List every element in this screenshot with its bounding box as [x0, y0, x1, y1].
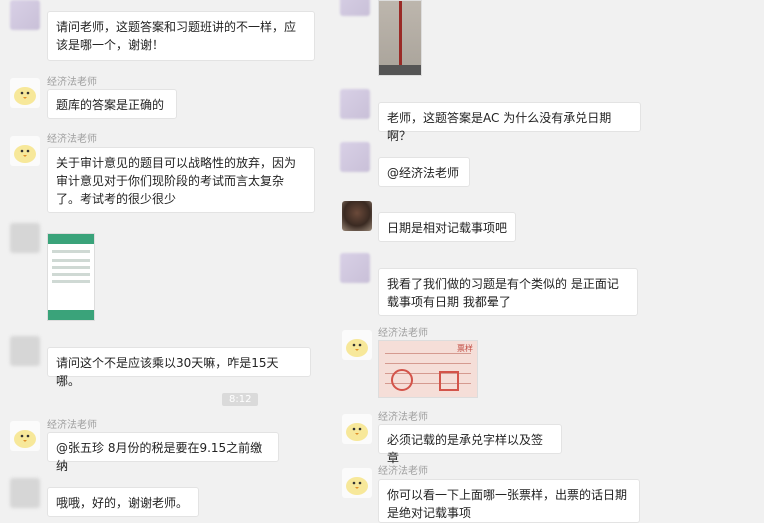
timestamp: 8:12 [222, 393, 259, 406]
chat-column-right: 老师，这题答案是AC 为什么没有承兑日期啊？ @经济法老师 日期是相对记载事项吧… [330, 0, 764, 523]
message-bubble[interactable]: 关于审计意见的题目可以战略性的放弃，因为审计意见对于你们现阶段的考试而言太复杂了… [47, 147, 315, 213]
teacher-avatar[interactable] [10, 421, 40, 451]
message-bubble[interactable]: 请问这个不是应该乘以30天嘛，咋是15天哪。 [47, 347, 311, 388]
chick-icon [346, 339, 368, 357]
message-bubble[interactable]: @张五珍 8月份的税是要在9.15之前缴纳 [47, 432, 279, 473]
message-bubble[interactable]: 请问老师，这题答案和习题班讲的不一样，应该是哪一个，谢谢！ [47, 11, 315, 61]
sender-name: 经济法老师 [47, 134, 97, 145]
message-text: 题库的答案是正确的 [56, 98, 165, 112]
user-avatar[interactable] [10, 478, 40, 508]
message-bubble[interactable]: 我看了我们做的习题是有个类似的 是正面记载事项有日期 我都晕了 [378, 268, 638, 316]
user-avatar[interactable] [342, 201, 372, 231]
chick-icon [346, 477, 368, 495]
teacher-avatar[interactable] [342, 468, 372, 498]
message-text: 请问老师，这题答案和习题班讲的不一样，应该是哪一个，谢谢！ [56, 20, 297, 52]
message-bubble[interactable]: 日期是相对记载事项吧 [378, 212, 516, 242]
sender-name: 经济法老师 [47, 420, 97, 431]
teacher-avatar[interactable] [342, 330, 372, 360]
message-text: 哦哦，好的，谢谢老师。 [56, 496, 189, 510]
message-bubble[interactable]: 哦哦，好的，谢谢老师。 [47, 487, 199, 517]
message-bubble[interactable]: 题库的答案是正确的 [47, 89, 177, 119]
image-thumbnail[interactable]: 票样 [378, 340, 478, 398]
teacher-avatar[interactable] [342, 414, 372, 444]
message-text: @张五珍 8月份的税是要在9.15之前缴纳 [56, 441, 263, 473]
sender-name: 经济法老师 [47, 77, 97, 88]
user-avatar[interactable] [340, 253, 370, 283]
chick-icon [14, 145, 36, 163]
message-text: 我看了我们做的习题是有个类似的 是正面记载事项有日期 我都晕了 [387, 277, 619, 309]
message-text: 请问这个不是应该乘以30天嘛，咋是15天哪。 [56, 356, 279, 388]
message-bubble[interactable]: 必须记载的是承兑字样以及签章 [378, 424, 562, 465]
user-avatar[interactable] [10, 336, 40, 366]
chat-column-left: 请问老师，这题答案和习题班讲的不一样，应该是哪一个，谢谢！ 经济法老师 题库的答… [0, 0, 330, 523]
chick-icon [346, 423, 368, 441]
chick-icon [14, 87, 36, 105]
sender-name: 经济法老师 [378, 412, 428, 423]
teacher-avatar[interactable] [10, 78, 40, 108]
image-thumbnail[interactable] [47, 233, 95, 321]
message-text: 日期是相对记载事项吧 [387, 221, 508, 235]
image-thumbnail[interactable] [378, 0, 422, 76]
message-text: 关于审计意见的题目可以战略性的放弃，因为审计意见对于你们现阶段的考试而言太复杂了… [56, 156, 297, 206]
message-bubble[interactable]: @经济法老师 [378, 157, 470, 187]
user-avatar[interactable] [10, 0, 40, 30]
sender-name: 经济法老师 [378, 328, 428, 339]
message-text: 老师，这题答案是AC 为什么没有承兑日期啊？ [387, 111, 612, 143]
message-text: 必须记载的是承兑字样以及签章 [387, 433, 544, 465]
sender-name: 经济法老师 [378, 466, 428, 477]
chick-icon [14, 430, 36, 448]
user-avatar[interactable] [340, 0, 370, 16]
message-bubble[interactable]: 你可以看一下上面哪一张票样，出票的话日期是绝对记载事项 [378, 479, 640, 523]
user-avatar[interactable] [10, 223, 40, 253]
user-avatar[interactable] [340, 89, 370, 119]
message-bubble[interactable]: 老师，这题答案是AC 为什么没有承兑日期啊？ [378, 102, 641, 143]
message-text: @经济法老师 [387, 166, 460, 180]
teacher-avatar[interactable] [10, 136, 40, 166]
message-text: 你可以看一下上面哪一张票样，出票的话日期是绝对记载事项 [387, 488, 628, 520]
user-avatar[interactable] [340, 142, 370, 172]
